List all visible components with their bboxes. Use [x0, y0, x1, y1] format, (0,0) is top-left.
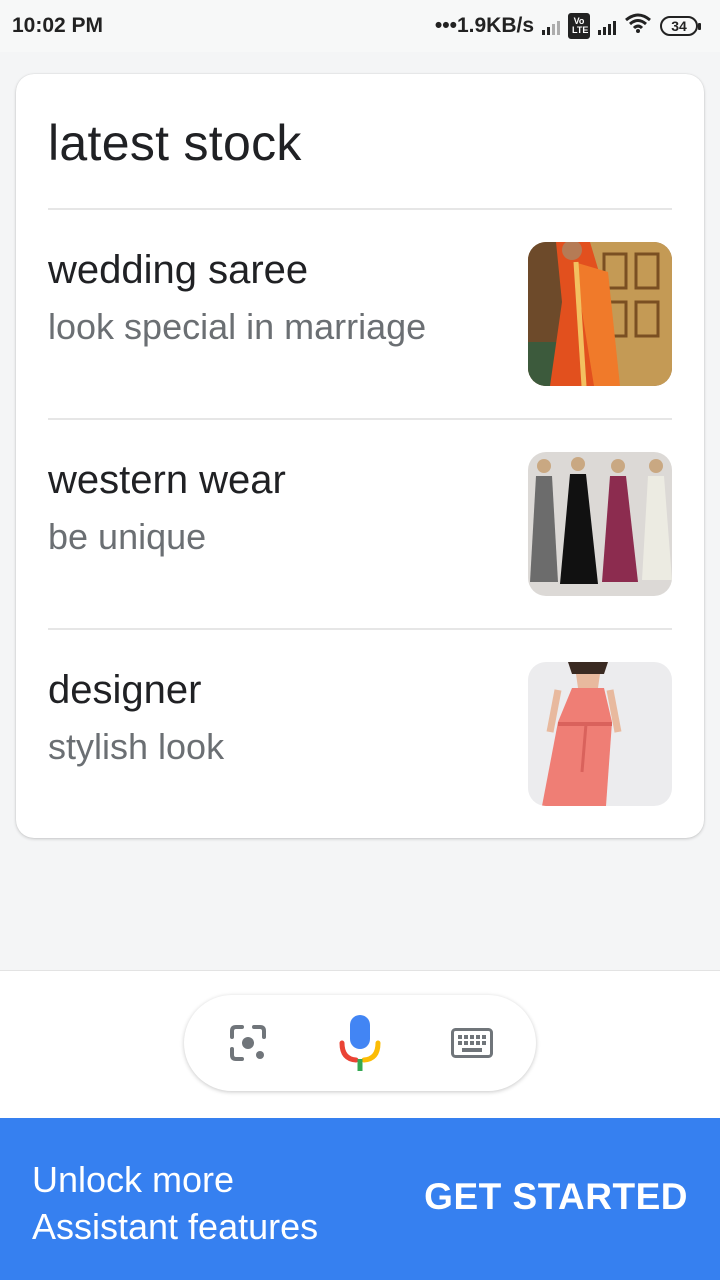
battery-level: 34 [671, 18, 687, 34]
item-subtitle: stylish look [48, 726, 225, 767]
signal-icon [598, 17, 616, 35]
list-item-western-wear[interactable]: western wear be unique [48, 452, 672, 596]
input-pill [184, 995, 536, 1091]
item-subtitle: be unique [48, 516, 207, 557]
list-item-wedding-saree[interactable]: wedding saree look special in marriage [48, 242, 672, 386]
get-started-button[interactable]: GET STARTED [424, 1176, 688, 1218]
promo-banner: Unlock more Assistant features GET START… [0, 1118, 720, 1280]
promo-line-1: Unlock more [32, 1159, 235, 1200]
status-bar: 10:02 PM •••1.9KB/s Vo LTE 34 [0, 0, 720, 52]
assistant-input-panel [0, 970, 720, 1118]
signal-icon [542, 17, 560, 35]
card-title: latest stock [48, 115, 302, 171]
item-title: western wear [48, 458, 286, 502]
status-icons: •••1.9KB/s Vo LTE 34 [434, 12, 701, 40]
latest-stock-card: latest stock wedding saree look special … [16, 74, 704, 838]
battery-icon: 34 [660, 16, 701, 36]
designer-dress-image [528, 662, 672, 806]
divider [48, 418, 672, 420]
network-speed: •••1.9KB/s [434, 14, 534, 37]
wedding-saree-image [528, 242, 672, 386]
item-title: designer [48, 668, 202, 712]
volte-icon: Vo LTE [568, 13, 590, 39]
keyboard-icon[interactable] [446, 995, 498, 1091]
western-wear-image [528, 452, 672, 596]
item-subtitle: look special in marriage [48, 306, 427, 347]
promo-line-2: Assistant features [32, 1206, 319, 1247]
mic-icon[interactable] [334, 995, 386, 1091]
wifi-icon [624, 12, 652, 40]
list-item-designer[interactable]: designer stylish look [48, 662, 672, 806]
promo-text: Unlock more Assistant features [32, 1156, 412, 1250]
item-title: wedding saree [48, 248, 309, 292]
divider [48, 208, 672, 210]
lens-icon[interactable] [222, 995, 274, 1091]
status-time: 10:02 PM [12, 14, 104, 37]
divider [48, 628, 672, 630]
